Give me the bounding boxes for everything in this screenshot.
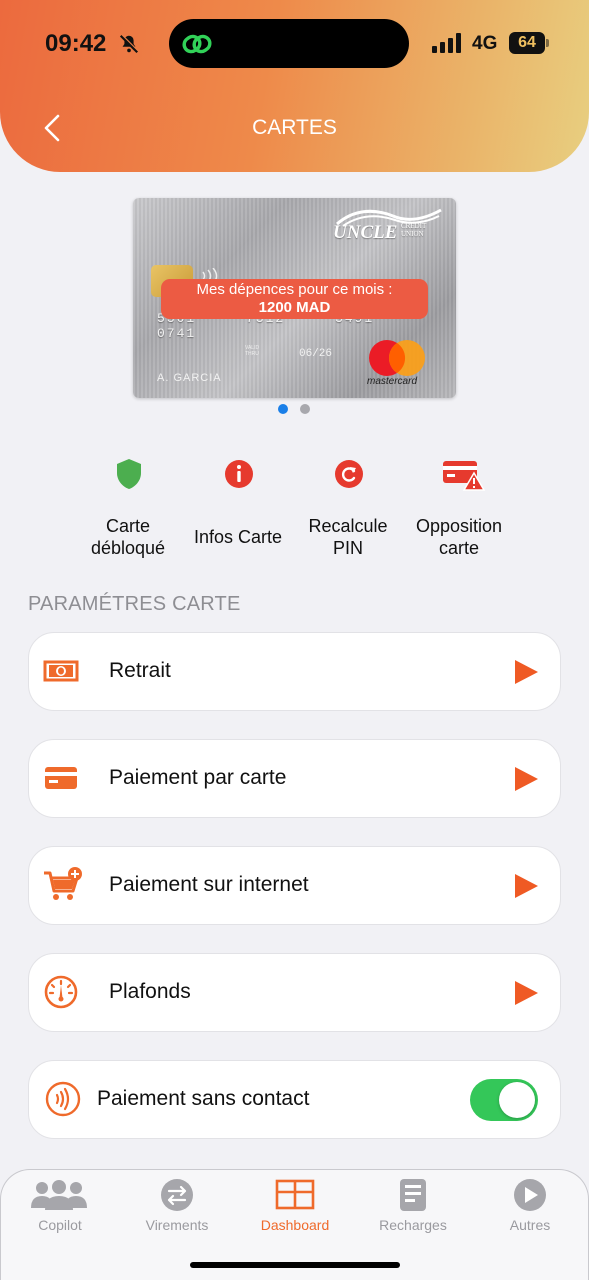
refresh-icon: [335, 460, 363, 488]
home-indicator: [190, 1262, 400, 1268]
tab-label: Virements: [145, 1217, 209, 1233]
action-recalculate-pin[interactable]: Recalcule PIN: [293, 455, 403, 565]
settings-row-card-payment[interactable]: Paiement par carte: [28, 739, 561, 818]
section-title: PARAMÉTRES CARTE: [28, 593, 241, 615]
action-card-opposition[interactable]: Opposition carte: [404, 455, 514, 565]
dynamic-island: [169, 19, 409, 68]
card-network: mastercard: [367, 376, 418, 387]
tab-virements[interactable]: Virements: [118, 1178, 236, 1238]
play-icon: [514, 1179, 546, 1211]
battery-icon: 64: [509, 32, 549, 54]
action-card-info[interactable]: Infos Carte: [183, 455, 293, 565]
card-warning-icon: [443, 461, 486, 491]
credit-card-icon: [45, 767, 77, 789]
settings-row-limits[interactable]: Plafonds: [28, 953, 561, 1032]
mastercard-logo-icon: [369, 340, 425, 376]
row-label: Retrait: [109, 659, 171, 682]
cash-icon: [43, 660, 79, 682]
toggle-knob: [499, 1082, 535, 1118]
tab-label: Autres: [509, 1217, 551, 1233]
link-rings-icon: [182, 34, 212, 54]
settings-row-contactless: Paiement sans contact: [28, 1060, 561, 1139]
play-arrow-icon: [515, 874, 538, 898]
contactless-toggle[interactable]: [470, 1079, 538, 1121]
spending-label: Mes dépences pour ce mois :: [196, 281, 393, 298]
card-expiry: 06/26: [299, 348, 333, 360]
action-label: Recalcule PIN: [308, 516, 388, 558]
card-brand: UNCLE: [333, 222, 398, 243]
action-label: Infos Carte: [193, 527, 283, 547]
tab-copilot[interactable]: Copilot: [1, 1178, 119, 1238]
play-arrow-icon: [515, 767, 538, 791]
tab-autres[interactable]: Autres: [471, 1178, 589, 1238]
info-icon: [225, 460, 253, 488]
action-label: Carte débloqué: [90, 516, 166, 558]
card-brand-sub: CREDIT UNION: [401, 222, 427, 238]
row-label: Plafonds: [109, 980, 191, 1003]
users-icon: [31, 1180, 87, 1210]
settings-row-withdrawal[interactable]: Retrait: [28, 632, 561, 711]
contactless-icon: [45, 1081, 81, 1117]
action-card-unlocked[interactable]: Carte débloqué: [73, 455, 183, 565]
card-holder: A. GARCIA: [157, 372, 222, 384]
page-title: CARTES: [252, 116, 337, 139]
tab-recharges[interactable]: Recharges: [354, 1178, 472, 1238]
spending-banner: Mes dépences pour ce mois : 1200 MAD: [161, 279, 428, 319]
header: 09:42 4G 64 CARTES: [0, 0, 589, 172]
pager-dot-2[interactable]: [300, 404, 310, 414]
action-label: Opposition carte: [415, 516, 503, 558]
tab-label: Copilot: [38, 1217, 82, 1233]
tab-label: Recharges: [379, 1217, 447, 1233]
network-type: 4G: [472, 33, 498, 54]
card-actions: Carte débloqué Infos Carte Recalcule PIN…: [73, 455, 515, 565]
tab-dashboard[interactable]: Dashboard: [236, 1178, 354, 1238]
play-arrow-icon: [515, 981, 538, 1005]
row-label: Paiement sur internet: [109, 873, 309, 896]
transfer-icon: [161, 1179, 193, 1211]
gauge-icon: [44, 975, 78, 1009]
settings-row-internet-payment[interactable]: Paiement sur internet: [28, 846, 561, 925]
tab-label: Dashboard: [260, 1217, 330, 1233]
bell-off-icon: [119, 34, 139, 54]
dashboard-icon: [275, 1179, 315, 1210]
pager-dot-1[interactable]: [278, 404, 288, 414]
card-valid-label: VALID THRU: [245, 345, 260, 357]
shield-icon: [117, 459, 141, 489]
status-time: 09:42: [45, 30, 107, 57]
row-label: Paiement sans contact: [97, 1087, 310, 1110]
cart-add-icon: [44, 867, 82, 900]
row-label: Paiement par carte: [109, 766, 287, 789]
play-arrow-icon: [515, 660, 538, 684]
signal-icon: [432, 33, 461, 53]
document-icon: [400, 1179, 426, 1211]
battery-level: 64: [509, 32, 545, 54]
spending-value: 1200 MAD: [258, 299, 331, 316]
